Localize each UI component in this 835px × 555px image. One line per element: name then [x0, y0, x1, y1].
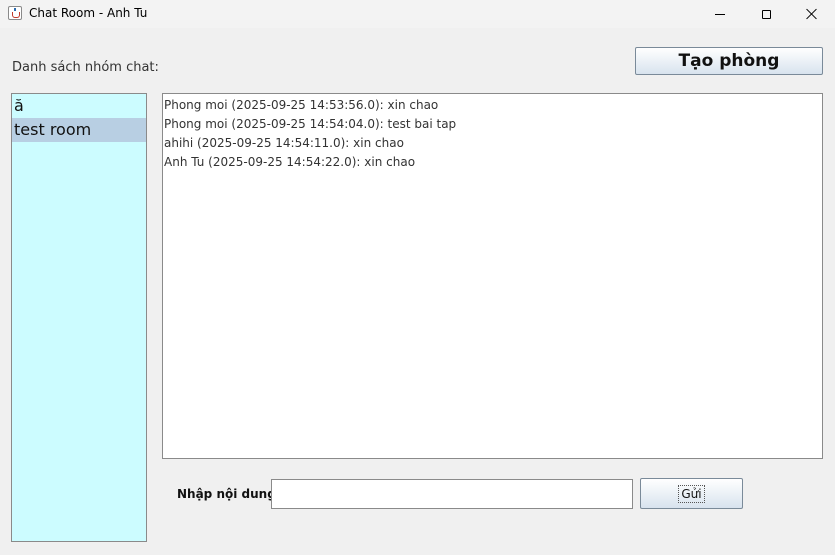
message-history[interactable]: Phong moi (2025-09-25 14:53:56.0): xin c…	[162, 93, 823, 459]
message-line: Anh Tu (2025-09-25 14:54:22.0): xin chao	[164, 155, 416, 169]
close-icon	[806, 8, 818, 20]
minimize-icon	[715, 13, 725, 15]
message-line: ahihi (2025-09-25 14:54:11.0): xin chao	[164, 136, 404, 150]
message-input-label: Nhập nội dung	[177, 487, 276, 501]
minimize-button[interactable]	[697, 0, 743, 28]
room-list-item-selected[interactable]: test room	[12, 118, 146, 142]
window-title: Chat Room - Anh Tu	[29, 6, 148, 20]
room-list-label: Danh sách nhóm chat:	[12, 60, 159, 75]
create-room-button[interactable]: Tạo phòng	[635, 47, 823, 75]
send-button-label: Gửi	[678, 484, 705, 503]
message-line: Phong moi (2025-09-25 14:53:56.0): xin c…	[164, 98, 439, 112]
message-line: Phong moi (2025-09-25 14:54:04.0): test …	[164, 117, 457, 131]
room-list[interactable]: ă test room	[11, 93, 147, 542]
message-input[interactable]	[271, 479, 633, 509]
send-button[interactable]: Gửi	[640, 478, 743, 509]
close-button[interactable]	[789, 0, 835, 28]
room-list-item[interactable]: ă	[12, 94, 146, 118]
maximize-icon	[761, 9, 771, 19]
java-cup-icon	[8, 6, 22, 20]
maximize-button[interactable]	[743, 0, 789, 28]
title-bar: Chat Room - Anh Tu	[0, 0, 835, 28]
